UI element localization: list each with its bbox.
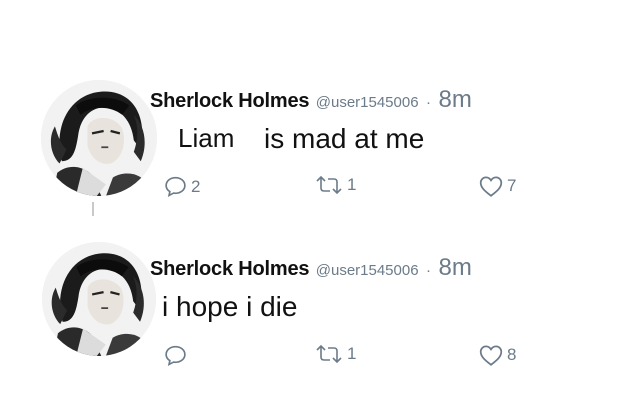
- retweet-arrows-icon: [316, 344, 342, 364]
- tweet-actions: 1 8: [0, 343, 629, 373]
- tweet-header: Sherlock Holmes @user1545006 · 8m: [150, 86, 472, 114]
- display-name[interactable]: Sherlock Holmes: [150, 258, 309, 280]
- tweet-header: Sherlock Holmes @user1545006 · 8m: [150, 254, 472, 282]
- retweet-count: 1: [347, 175, 357, 194]
- retweet-count: 1: [347, 344, 357, 363]
- separator-dot: ·: [426, 94, 432, 111]
- reply-button[interactable]: 2: [163, 174, 200, 199]
- tweet-text: i hope i die: [162, 291, 298, 322]
- thread-connector: [92, 202, 94, 216]
- username[interactable]: @user1545006: [316, 94, 419, 111]
- retweet-arrows-icon: [316, 175, 342, 195]
- like-button[interactable]: 7: [478, 174, 516, 198]
- like-count: 7: [507, 176, 517, 195]
- tweet-text-part: Liam: [178, 123, 235, 153]
- timestamp[interactable]: 8m: [438, 86, 471, 113]
- avatar-illustration: [42, 242, 156, 356]
- speech-bubble-icon: [165, 345, 186, 367]
- username[interactable]: @user1545006: [316, 262, 419, 279]
- separator-dot: ·: [426, 262, 432, 279]
- tweet-actions: 2 1 7: [0, 174, 629, 204]
- retweet-button[interactable]: 1: [314, 174, 356, 196]
- avatar[interactable]: [42, 242, 156, 356]
- retweet-button[interactable]: 1: [314, 343, 356, 365]
- like-count: 8: [507, 345, 517, 364]
- tweet-text-part: is mad at me: [264, 123, 425, 154]
- heart-outline-icon: [479, 345, 503, 366]
- reply-count: 2: [191, 176, 201, 196]
- timestamp[interactable]: 8m: [438, 254, 471, 281]
- heart-outline-icon: [479, 176, 503, 197]
- speech-bubble-icon: [165, 176, 186, 198]
- display-name[interactable]: Sherlock Holmes: [150, 90, 309, 112]
- reply-button[interactable]: [163, 343, 191, 368]
- like-button[interactable]: 8: [478, 343, 516, 367]
